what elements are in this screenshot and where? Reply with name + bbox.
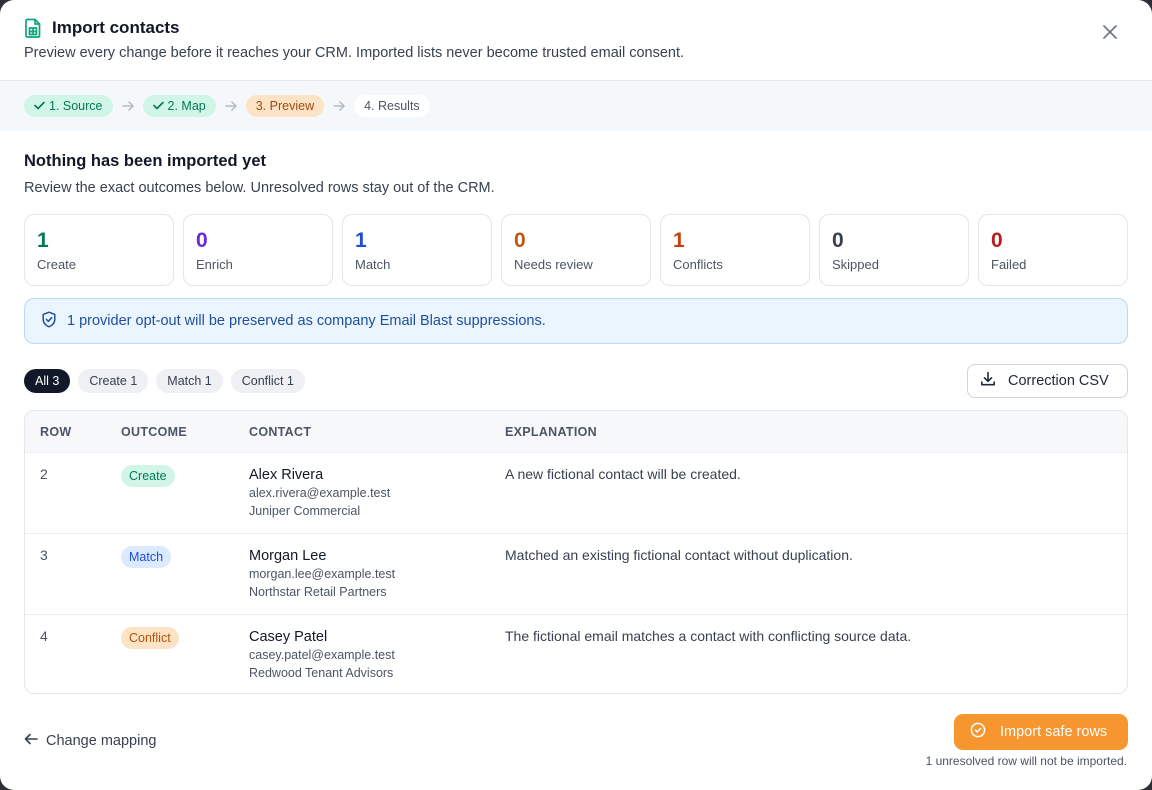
suppression-notice: 1 provider opt-out will be preserved as …: [24, 298, 1128, 344]
contact-company: Juniper Commercial: [249, 504, 361, 518]
step-label: 4. Results: [364, 99, 420, 113]
import-safe-rows-label: Import safe rows: [1000, 724, 1108, 740]
stat-value: 0: [196, 229, 208, 252]
step-preview[interactable]: 3. Preview: [245, 95, 325, 117]
row-number: 2: [40, 466, 48, 482]
stat-needs-review: 0 Needs review: [501, 214, 651, 286]
download-icon: [980, 371, 996, 391]
title-row: Import contacts: [24, 18, 1128, 38]
modal-header: Import contacts Preview every change bef…: [0, 0, 1152, 81]
close-icon[interactable]: [1103, 24, 1117, 44]
step-source[interactable]: 1. Source: [24, 95, 113, 117]
correction-csv-button[interactable]: Correction CSV: [967, 364, 1128, 398]
correction-csv-label: Correction CSV: [1008, 373, 1109, 389]
shield-check-icon: [41, 310, 57, 332]
row-number: 4: [40, 628, 48, 644]
stat-value: 0: [514, 229, 526, 252]
stepper: 1. Source 2. Map 3. Preview 4. Results: [0, 81, 1152, 131]
outcome-badge: Match: [121, 546, 172, 568]
stat-conflicts: 1 Conflicts: [660, 214, 810, 286]
row-number: 3: [40, 547, 48, 563]
outcome-badge: Create: [121, 465, 175, 487]
filter-all[interactable]: All 3: [24, 369, 71, 393]
change-mapping-link[interactable]: Change mapping: [24, 733, 156, 749]
stats-row: 1 Create 0 Enrich 1 Match 0 Needs review…: [24, 214, 1128, 286]
outcome-filters: All 3 Create 1 Match 1 Conflict 1: [24, 369, 305, 393]
step-label: 3. Preview: [255, 99, 315, 113]
table-row[interactable]: 2 Create Alex Rivera alex.rivera@example…: [25, 452, 1127, 533]
contact-company: Northstar Retail Partners: [249, 585, 387, 599]
stat-label: Skipped: [832, 257, 879, 272]
stat-failed: 0 Failed: [978, 214, 1128, 286]
summary-subtitle: Review the exact outcomes below. Unresol…: [24, 180, 495, 196]
contact-cell: Morgan Lee morgan.lee@example.test North…: [249, 547, 505, 601]
col-row-header: ROW: [40, 424, 72, 439]
table-row[interactable]: 4 Conflict Casey Patel casey.patel@examp…: [25, 614, 1127, 693]
close-button[interactable]: [1100, 24, 1120, 44]
stat-enrich: 0 Enrich: [183, 214, 333, 286]
filter-create[interactable]: Create 1: [78, 369, 149, 393]
check-icon: [34, 99, 45, 113]
stat-create: 1 Create: [24, 214, 174, 286]
step-label: 2. Map: [167, 99, 206, 113]
stat-label: Needs review: [514, 257, 593, 272]
stat-label: Failed: [991, 257, 1027, 272]
import-contacts-modal: Import contacts Preview every change bef…: [0, 0, 1152, 790]
contact-name: Morgan Lee: [249, 548, 327, 564]
step-map[interactable]: 2. Map: [142, 95, 216, 117]
contact-name: Casey Patel: [249, 629, 328, 645]
stat-value: 0: [991, 229, 1003, 252]
stat-label: Conflicts: [673, 257, 723, 272]
stat-value: 0: [832, 229, 844, 252]
stat-label: Enrich: [196, 257, 233, 272]
step-results[interactable]: 4. Results: [354, 95, 430, 117]
col-explanation-header: EXPLANATION: [505, 424, 597, 439]
preview-table: ROW OUTCOME CONTACT EXPLANATION 2 Create…: [24, 410, 1128, 694]
stat-label: Create: [37, 257, 77, 272]
unresolved-note: 1 unresolved row will not be imported.: [925, 754, 1127, 768]
col-outcome-header: OUTCOME: [121, 424, 187, 439]
stat-value: 1: [355, 229, 367, 252]
stat-value: 1: [37, 229, 49, 252]
arrow-right-icon: [216, 101, 246, 111]
contact-email: morgan.lee@example.test: [249, 567, 396, 581]
stat-match: 1 Match: [342, 214, 492, 286]
spreadsheet-icon: [24, 18, 42, 38]
check-icon: [152, 99, 164, 113]
arrow-right-icon: [113, 101, 143, 111]
modal-title: Import contacts: [52, 18, 180, 37]
notice-text: 1 provider opt-out will be preserved as …: [67, 313, 546, 329]
filter-match[interactable]: Match 1: [156, 369, 223, 393]
stat-skipped: 0 Skipped: [819, 214, 969, 286]
contact-email: alex.rivera@example.test: [249, 486, 391, 500]
contact-name: Alex Rivera: [249, 467, 324, 483]
summary-title: Nothing has been imported yet: [24, 152, 267, 170]
explanation: Matched an existing fictional contact wi…: [505, 547, 853, 563]
check-circle-icon: [970, 722, 986, 742]
step-label: 1. Source: [49, 99, 103, 113]
arrow-right-icon: [324, 101, 354, 111]
explanation: The fictional email matches a contact wi…: [505, 628, 912, 644]
contact-email: casey.patel@example.test: [249, 648, 395, 662]
explanation: A new fictional contact will be created.: [505, 466, 741, 482]
stat-value: 1: [673, 229, 685, 252]
table-header: ROW OUTCOME CONTACT EXPLANATION: [25, 411, 1127, 452]
table-row[interactable]: 3 Match Morgan Lee morgan.lee@example.te…: [25, 533, 1127, 614]
import-safe-rows-button[interactable]: Import safe rows: [954, 714, 1128, 750]
outcome-badge: Conflict: [121, 627, 179, 649]
stat-label: Match: [355, 257, 391, 272]
filter-conflict[interactable]: Conflict 1: [230, 369, 305, 393]
contact-company: Redwood Tenant Advisors: [249, 666, 394, 680]
modal-subtitle: Preview every change before it reaches y…: [24, 45, 685, 61]
contact-cell: Casey Patel casey.patel@example.test Red…: [249, 628, 505, 682]
change-mapping-label: Change mapping: [46, 733, 157, 749]
arrow-left-icon: [24, 733, 38, 749]
contact-cell: Alex Rivera alex.rivera@example.test Jun…: [249, 466, 505, 520]
col-contact-header: CONTACT: [249, 424, 312, 439]
